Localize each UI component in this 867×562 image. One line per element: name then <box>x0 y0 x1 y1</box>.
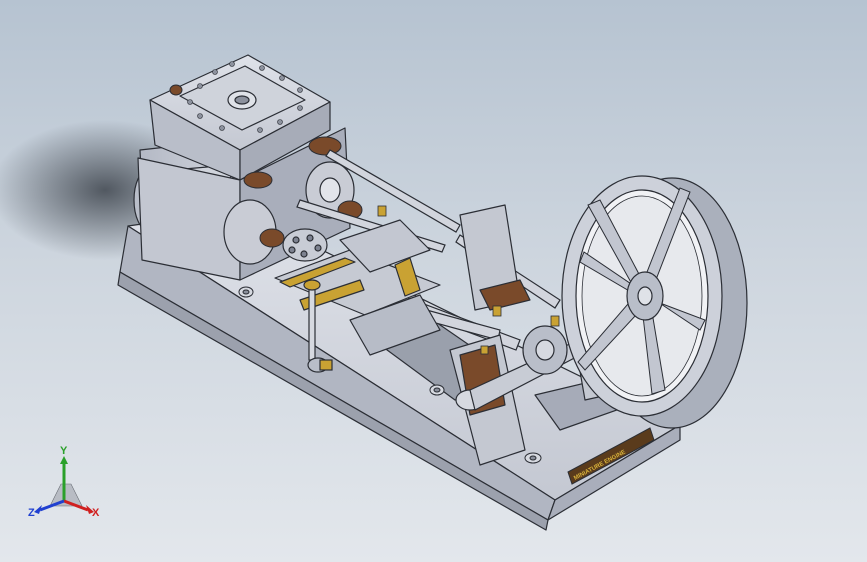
y-axis-label: Y <box>60 446 68 457</box>
valve-handwheel[interactable] <box>282 228 328 262</box>
z-axis-label: Z <box>28 507 35 519</box>
view-orientation-triad[interactable]: Y X Z <box>26 446 106 526</box>
cad-viewport[interactable]: MINIATURE ENGINE Y X Z <box>0 0 867 562</box>
x-axis-label: X <box>92 507 100 519</box>
steam-engine-model[interactable]: MINIATURE ENGINE <box>0 0 867 562</box>
